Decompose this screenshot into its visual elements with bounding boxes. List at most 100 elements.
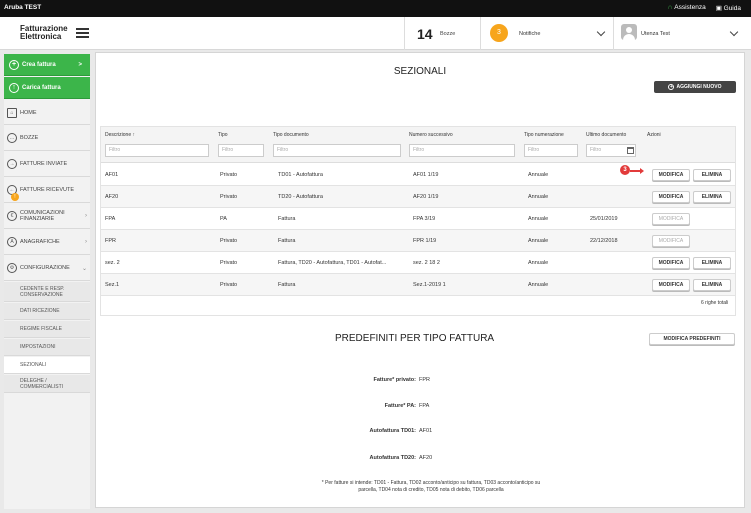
sidebar-item-bozze[interactable]: … BOZZE — [4, 126, 90, 151]
cell-tipo: PA — [220, 216, 227, 222]
add-new-button[interactable]: + AGGIUNGI NUOVO — [654, 81, 736, 93]
modifica-predefiniti-button[interactable]: MODIFICA PREDEFINITI — [649, 333, 735, 345]
cell-ultimo-documento: 22/12/2018 — [590, 238, 618, 244]
guida-label: Guida — [723, 5, 741, 12]
sidebar-item-configurazione[interactable]: ⚙ CONFIGURAZIONE ⌄ — [4, 256, 90, 281]
main-panel: SEZIONALI + AGGIUNGI NUOVO Descrizione ↑ … — [95, 52, 745, 508]
filter-numero-input[interactable]: Filtro — [409, 144, 515, 157]
carica-fattura-label: Carica fattura — [22, 84, 61, 91]
predefiniti-title: PREDEFINITI PER TIPO FATTURA — [335, 333, 495, 344]
cell-descrizione: Sez.1 — [105, 282, 120, 288]
predefinito-label: Fatture* PA: — [384, 403, 416, 409]
cell-numero: Sez.1-2019 1 — [413, 282, 446, 288]
predefinito-value: FPR — [419, 377, 430, 383]
sidebar-item-fatture-inviate[interactable]: → FATTURE INVIATE — [4, 152, 90, 177]
filter-tipo-documento-input[interactable]: Filtro — [273, 144, 401, 157]
predefinito-value: AF20 — [419, 455, 433, 461]
sidebar-item-label: FATTURE INVIATE — [20, 161, 68, 167]
chevron-down-icon[interactable] — [596, 27, 606, 37]
avatar[interactable] — [621, 24, 637, 40]
filter-numerazione-input[interactable]: Filtro — [524, 144, 578, 157]
app-logo[interactable]: Fatturazione Elettronica — [20, 25, 68, 41]
delete-button[interactable]: ELIMINA — [693, 257, 731, 269]
edit-button[interactable]: MODIFICA — [652, 279, 690, 291]
sidebar-sub-dati-ricezione[interactable]: DATI RICEZIONE — [4, 303, 90, 320]
chevron-down-icon[interactable] — [729, 27, 739, 37]
hamburger-menu-icon[interactable] — [76, 28, 89, 38]
sidebar-item-home[interactable]: ⌂ HOME — [4, 101, 90, 125]
cell-tipo-documento: Fattura — [278, 238, 296, 244]
chevron-right-icon: > — [78, 61, 82, 68]
cell-descrizione: sez. 2 — [105, 260, 120, 266]
user-label[interactable]: Utenza Test — [641, 31, 670, 37]
brand-label: Aruba TEST — [4, 4, 42, 11]
predefinito-label: Autofattura TD01: — [369, 428, 416, 434]
sidebar-sub-deleghe[interactable]: DELEGHE / COMMERCIALISTI — [4, 375, 90, 393]
filter-tipo-input[interactable]: Filtro — [218, 144, 264, 157]
edit-button[interactable]: MODIFICA — [652, 191, 690, 203]
sidebar-sub-sezionali[interactable]: SEZIONALI — [4, 357, 90, 374]
column-header-descrizione[interactable]: Descrizione ↑ — [105, 132, 135, 138]
sidebar: + Crea fattura > ↑ Carica fattura ⌂ HOME… — [4, 54, 90, 509]
sidebar-item-label: ANAGRAFICHE — [20, 239, 60, 245]
edit-button: MODIFICA — [652, 235, 690, 247]
delete-button[interactable]: ELIMINA — [693, 279, 731, 291]
header: Fatturazione Elettronica 14 Bozze 3 Noti… — [0, 17, 751, 50]
cell-tipo: Privato — [220, 194, 238, 200]
predefinito-label: Fatture* privato: — [373, 377, 416, 383]
column-header-tipo-documento[interactable]: Tipo documento — [273, 132, 309, 138]
sidebar-sub-label: IMPOSTAZIONI — [20, 344, 56, 350]
bozze-label: Bozze — [440, 31, 456, 37]
sidebar-sub-regime-fiscale[interactable]: REGIME FISCALE — [4, 321, 90, 338]
cell-descrizione: FPR — [105, 238, 116, 244]
cell-tipo: Privato — [220, 260, 238, 266]
column-header-numero-successivo[interactable]: Numero successivo — [409, 132, 453, 138]
assistenza-link[interactable]: ∩ Assistenza — [668, 4, 706, 12]
sidebar-item-fatture-ricevute[interactable]: ← FATTURE RICEVUTE ! — [4, 178, 90, 203]
sidebar-item-anagrafiche[interactable]: A ANAGRAFICHE › — [4, 230, 90, 255]
chevron-right-icon: › — [85, 213, 87, 219]
step-marker: 3 — [620, 165, 630, 175]
column-header-tipo[interactable]: Tipo — [218, 132, 228, 138]
sidebar-sub-impostazioni[interactable]: IMPOSTAZIONI — [4, 339, 90, 356]
column-header-ultimo-documento[interactable]: Ultimo documento — [586, 132, 626, 138]
sidebar-sub-cedente[interactable]: CEDENTE E RESP. CONSERVAZIONE — [4, 282, 90, 302]
predefinito-label: Autofattura TD20: — [369, 455, 416, 461]
column-header-tipo-numerazione[interactable]: Tipo numerazione — [524, 132, 564, 138]
sidebar-sub-label: CEDENTE E RESP. CONSERVAZIONE — [20, 285, 65, 298]
sidebar-sub-label: REGIME FISCALE — [20, 326, 62, 332]
notification-label[interactable]: Notifiche — [519, 31, 540, 37]
sidebar-item-comunicazioni[interactable]: € COMUNICAZIONI FINANZIARIE › — [4, 204, 90, 229]
cell-numerazione: Annuale — [528, 216, 549, 222]
cell-numerazione: Annuale — [528, 238, 549, 244]
edit-button[interactable]: MODIFICA — [652, 257, 690, 269]
cell-descrizione: AF01 — [105, 172, 119, 178]
book-icon: ▣ — [715, 5, 724, 12]
filter-descrizione-input[interactable]: Filtro — [105, 144, 209, 157]
delete-button[interactable]: ELIMINA — [693, 169, 731, 181]
cell-tipo: Privato — [220, 172, 238, 178]
headset-icon: ∩ — [667, 4, 673, 11]
edit-button[interactable]: MODIFICA — [652, 169, 690, 181]
plus-icon: + — [668, 84, 675, 90]
guida-link[interactable]: ▣ Guida — [716, 4, 741, 12]
page-title: SEZIONALI — [393, 66, 447, 77]
table-row: AF20 Privato TD20 - Autofattura AF20 1/1… — [101, 186, 735, 208]
chevron-right-icon: › — [85, 239, 87, 245]
sidebar-sub-label: SEZIONALI — [20, 362, 47, 368]
delete-button[interactable]: ELIMINA — [693, 191, 731, 203]
table-header: Descrizione ↑ Tipo Tipo documento Numero… — [101, 127, 735, 163]
notification-badge[interactable]: 3 — [490, 24, 508, 42]
calendar-icon[interactable] — [627, 147, 634, 154]
plus-icon: + — [9, 59, 19, 70]
carica-fattura-button[interactable]: ↑ Carica fattura — [4, 77, 90, 99]
crea-fattura-button[interactable]: + Crea fattura > — [4, 54, 90, 76]
footnote-line-2: parcella, TD04 nota di credito, TD05 not… — [358, 486, 504, 493]
bozze-count[interactable]: 14 — [417, 26, 433, 42]
sezionali-table: Descrizione ↑ Tipo Tipo documento Numero… — [100, 126, 736, 316]
rows-total: 6 righe totali — [701, 300, 729, 306]
top-bar: Aruba TEST ∩ Assistenza ▣ Guida — [0, 0, 751, 17]
table-row: sez. 2 Privato Fattura, TD20 - Autofattu… — [101, 252, 735, 274]
cell-tipo-documento: Fattura — [278, 282, 296, 288]
predefinito-value: FPA — [419, 403, 430, 409]
